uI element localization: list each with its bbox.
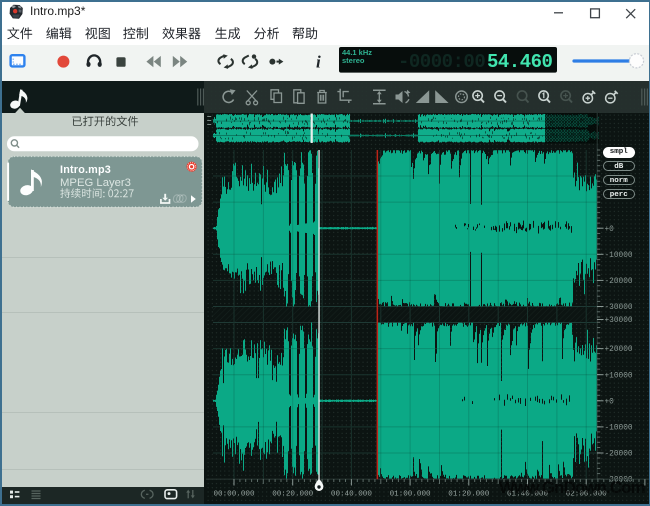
svg-text:00:00.000: 00:00.000 bbox=[213, 491, 254, 499]
svg-text:-20000: -20000 bbox=[605, 278, 633, 286]
svg-text:i: i bbox=[316, 53, 321, 72]
svg-text:+0: +0 bbox=[605, 226, 615, 234]
svg-text:-20000: -20000 bbox=[605, 451, 633, 459]
svg-text:01:20.000: 01:20.000 bbox=[448, 491, 489, 499]
svg-text:+10000: +10000 bbox=[605, 372, 633, 380]
svg-text:+20000: +20000 bbox=[605, 346, 633, 354]
svg-text:+0: +0 bbox=[605, 398, 615, 406]
svg-text:+30000: +30000 bbox=[605, 317, 633, 325]
svg-text:-10000: -10000 bbox=[605, 252, 633, 260]
svg-text:01:00.000: 01:00.000 bbox=[390, 491, 431, 499]
svg-text:00:40.000: 00:40.000 bbox=[331, 491, 372, 499]
svg-text:-30000: -30000 bbox=[605, 304, 633, 312]
svg-text:00:20.000: 00:20.000 bbox=[272, 491, 313, 499]
svg-text:-10000: -10000 bbox=[605, 425, 633, 433]
